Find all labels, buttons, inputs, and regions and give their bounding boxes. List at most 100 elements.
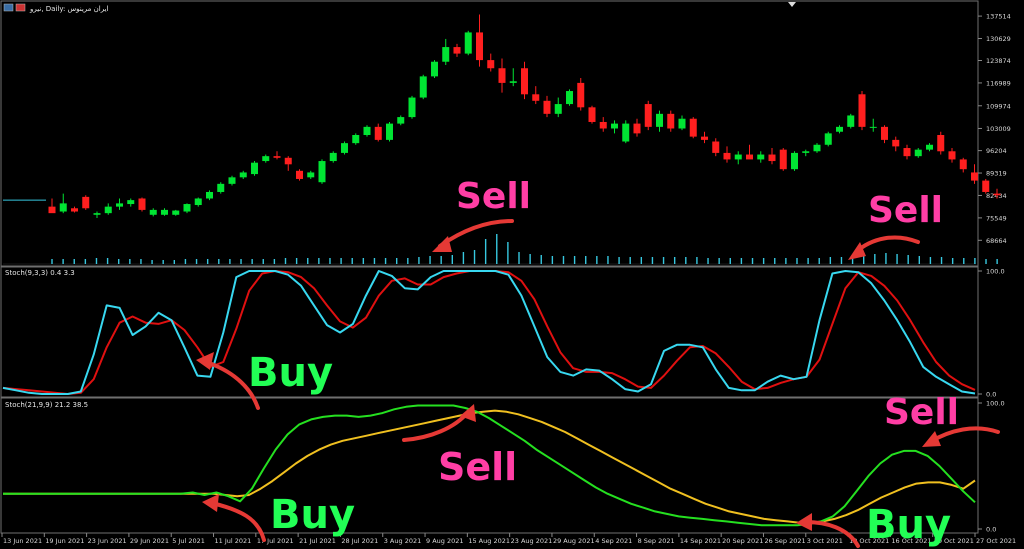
price-tick-label: 68664	[986, 237, 1007, 245]
candle-body	[476, 32, 483, 61]
date-tick-label: 13 Jun 2021	[3, 537, 42, 545]
chart-canvas[interactable]: نیرو, Daily: ایران مرینوس Stoch(9,3,3) 0…	[0, 0, 1024, 549]
candle-body	[723, 152, 731, 160]
candle-body	[746, 154, 753, 160]
candle-body	[194, 198, 202, 206]
candle-body	[284, 157, 292, 165]
candle-body	[656, 113, 663, 127]
candle-body	[532, 94, 540, 101]
candle-body	[959, 159, 967, 170]
candle-body	[836, 126, 843, 132]
candle-body	[509, 81, 517, 83]
stoch-fast-panel-frame	[0, 266, 979, 398]
candle-body	[262, 156, 270, 162]
candle-body	[464, 32, 472, 54]
date-tick-label: 4 Sep 2021	[595, 537, 632, 545]
candle-body	[296, 170, 303, 179]
candle-body	[487, 60, 495, 69]
osc-tick-label: 100.0	[986, 268, 1005, 276]
stoch-slow-title: Stoch(21,9,9) 21.2 38.5	[5, 401, 88, 409]
date-tick-label: 3 Oct 2021	[807, 537, 843, 545]
candle-body	[419, 76, 427, 98]
date-tick-label: 8 Sep 2021	[638, 537, 675, 545]
candle-body	[82, 196, 90, 209]
price-tick-label: 82434	[986, 192, 1007, 200]
symbol-title: نیرو, Daily: ایران مرینوس	[29, 5, 109, 13]
candle-body	[318, 161, 326, 183]
candle-body	[588, 107, 596, 122]
candle-body	[329, 152, 337, 162]
candle-body	[926, 144, 933, 150]
arrow-sell-3-head	[922, 431, 941, 447]
candle-body	[622, 123, 630, 142]
arrow-sell-2	[854, 235, 920, 254]
candle-body	[307, 172, 315, 178]
window-icon[interactable]	[3, 3, 14, 12]
price-tick-label: 130629	[986, 35, 1011, 43]
price-tick-label: 109974	[986, 102, 1011, 110]
date-tick-label: 26 Sep 2021	[764, 537, 805, 545]
stoch-fast-lines	[2, 270, 976, 395]
candle-body	[712, 141, 720, 153]
date-tick-label: 27 Oct 2021	[976, 537, 1016, 545]
date-tick-label: 15 Aug 2021	[468, 537, 510, 545]
candle-body	[903, 148, 911, 157]
date-tick-label: 28 Jul 2021	[341, 537, 378, 545]
candle-body	[892, 139, 900, 147]
price-tick-label: 137514	[986, 13, 1011, 21]
price-tick-label: 75549	[986, 214, 1007, 222]
candle-body	[116, 203, 123, 207]
candle-body	[183, 204, 191, 212]
candle-body	[678, 118, 686, 129]
candle-body	[206, 191, 213, 199]
candle-body	[858, 94, 866, 127]
date-tick-label: 9 Aug 2021	[426, 537, 464, 545]
candle-body	[48, 206, 56, 214]
candle-body	[521, 68, 528, 95]
candle-body	[172, 210, 180, 215]
candle-body	[971, 172, 978, 181]
annotation-sell-3: Sell	[884, 392, 959, 433]
candle-body	[599, 121, 607, 129]
annotation-buy-3: Buy	[866, 502, 951, 548]
candle-body	[397, 117, 405, 124]
candle-body	[881, 126, 888, 140]
candle-body	[386, 123, 393, 140]
candle-body	[341, 143, 348, 153]
candle-body	[543, 100, 551, 114]
candle-body	[442, 47, 450, 62]
annotation-sell-4: Sell	[438, 445, 517, 489]
candle-body	[374, 126, 382, 140]
candle-body	[104, 206, 112, 214]
arrow-buy-2-head	[202, 494, 219, 512]
candle-body	[138, 198, 146, 210]
shift-marker-icon[interactable]	[788, 2, 796, 7]
osc-tick-label: 100.0	[986, 400, 1005, 408]
volume-series	[3, 234, 998, 265]
candle-body	[813, 144, 821, 152]
candle-body	[791, 152, 798, 170]
candle-body	[273, 156, 281, 158]
price-tick-label: 103009	[986, 125, 1011, 133]
annotation-sell-1: Sell	[456, 176, 531, 217]
candle-body	[239, 172, 247, 178]
arrow-sell-1	[438, 219, 514, 248]
chart-type-icon[interactable]	[15, 3, 26, 12]
osc-tick-label: 0.0	[986, 391, 996, 399]
candle-body	[982, 180, 990, 192]
candle-body	[948, 151, 956, 160]
annotation-sell-2: Sell	[868, 190, 943, 231]
candle-body	[847, 115, 855, 127]
osc-tick-label: 0.0	[986, 526, 996, 534]
annotation-buy-1: Buy	[248, 350, 333, 396]
candle-body	[633, 123, 641, 134]
candle-body	[611, 123, 618, 129]
candle-body	[701, 136, 708, 140]
candle-body	[869, 126, 877, 128]
candle-body	[824, 133, 832, 145]
chart-header: نیرو, Daily: ایران مرینوس	[3, 2, 796, 13]
price-tick-label: 96204	[986, 147, 1007, 155]
candle-body	[802, 151, 810, 153]
date-tick-label: 29 Jun 2021	[130, 537, 169, 545]
candle-body	[566, 91, 573, 105]
